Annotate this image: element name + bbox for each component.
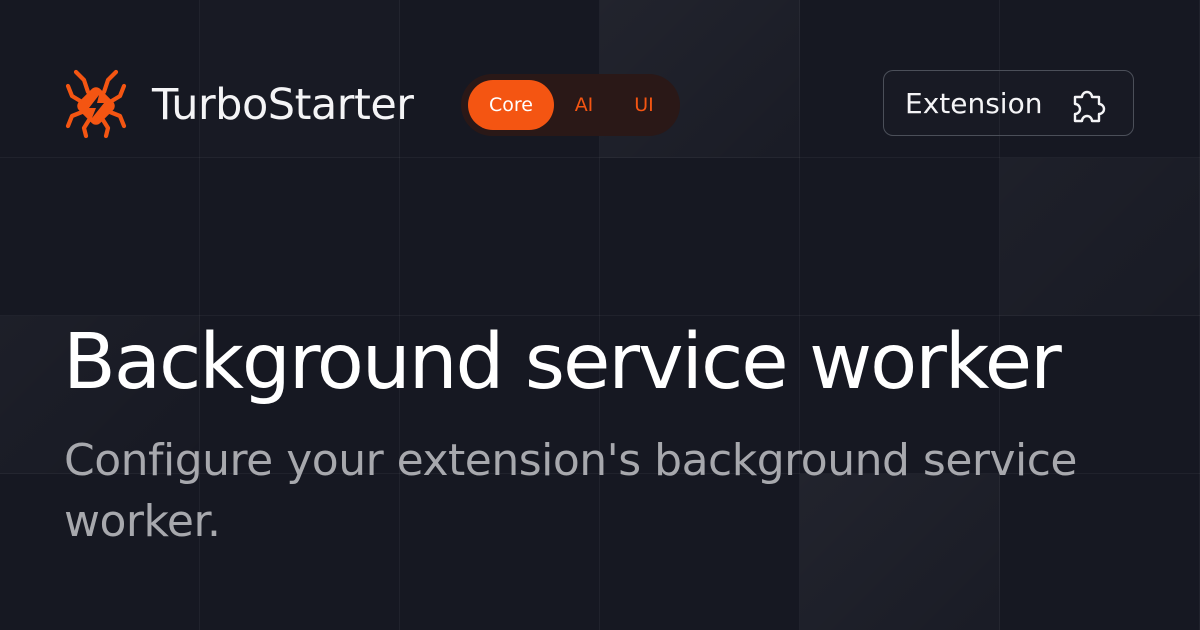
page-title: Background service worker [63,318,1062,407]
page-subtitle: Configure your extension's background se… [64,435,1078,547]
extension-button[interactable]: Extension [883,70,1134,136]
tab-ui[interactable]: UI [619,80,669,130]
puzzle-icon [1073,90,1106,123]
spider-bolt-icon [65,69,127,139]
brand-name: TurboStarter [152,80,414,130]
extension-button-label: Extension [905,87,1043,120]
og-image-card: TurboStarter Core AI UI Extension Backgr… [0,0,1200,630]
tab-core[interactable]: Core [468,80,554,130]
background-grid-cell [1000,158,1200,316]
product-tabs: Core AI UI [461,74,680,136]
tab-ai[interactable]: AI [561,80,607,130]
